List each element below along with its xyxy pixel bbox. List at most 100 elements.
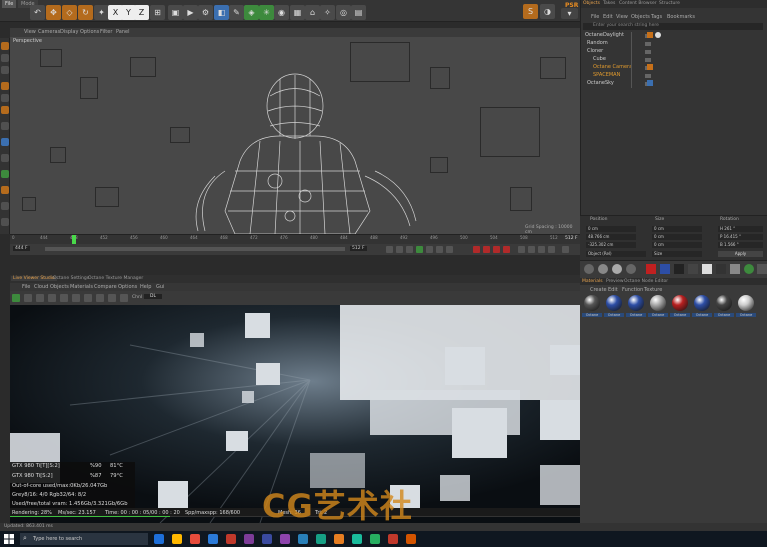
edges-mode-icon[interactable]: [1, 94, 9, 102]
rotate-tool-icon[interactable]: ↻: [78, 5, 93, 20]
sphere-icon[interactable]: [598, 264, 608, 274]
render-menu-cloud[interactable]: Cloud: [34, 284, 48, 290]
move-object-icon[interactable]: ✦: [94, 5, 109, 20]
om-menu-tags[interactable]: Tags: [651, 14, 662, 20]
tab-live-viewer[interactable]: Live Viewer Studio: [11, 276, 57, 281]
pick-material-icon[interactable]: [96, 294, 104, 302]
tab-content-browser[interactable]: Content Browser: [619, 1, 657, 6]
scale-tool-icon[interactable]: ◇: [62, 5, 77, 20]
pos-x-field[interactable]: 0 cm: [586, 226, 636, 232]
render-menu-objects[interactable]: Objects: [50, 284, 69, 290]
object-row[interactable]: OctaneDaylight: [585, 32, 624, 39]
timeline-menu-icon[interactable]: [562, 246, 569, 253]
cloner-icon[interactable]: ✳: [259, 5, 274, 20]
visibility-dots-icon[interactable]: [645, 74, 651, 78]
tab-structure[interactable]: Structure: [659, 1, 680, 6]
octane-mix-icon[interactable]: [688, 264, 698, 274]
refresh-icon[interactable]: [744, 264, 754, 274]
autokey-icon[interactable]: [483, 246, 490, 253]
polygons-mode-icon[interactable]: [1, 106, 9, 114]
frame-range-slider[interactable]: [45, 247, 345, 251]
object-row[interactable]: Octane Camera: [593, 64, 632, 71]
tab-preview[interactable]: Preview: [606, 279, 624, 284]
render-menu-gui[interactable]: Gui: [156, 284, 164, 290]
next-key-icon[interactable]: [436, 246, 443, 253]
render-menu-help[interactable]: Help: [140, 284, 151, 290]
pla-key-icon[interactable]: [548, 246, 555, 253]
sphere-icon[interactable]: [612, 264, 622, 274]
viewport-menu-options[interactable]: Options: [80, 29, 99, 35]
taskbar-app-icon[interactable]: [388, 534, 398, 544]
end-frame-field[interactable]: 512 F: [350, 246, 367, 251]
floor-icon[interactable]: ▦: [290, 5, 305, 20]
visibility-dots-icon[interactable]: [645, 42, 651, 46]
stop-icon[interactable]: [48, 294, 56, 302]
material-swatch[interactable]: Octane: [736, 295, 756, 323]
send-scene-icon[interactable]: [12, 294, 20, 302]
lock-render-icon[interactable]: [120, 294, 128, 302]
rotation-key-icon[interactable]: [528, 246, 535, 253]
undo-icon[interactable]: ↶: [30, 5, 45, 20]
render-settings-icon[interactable]: ⚙: [198, 5, 213, 20]
sphere-icon[interactable]: [626, 264, 636, 274]
camera-tag-icon[interactable]: [647, 64, 653, 70]
taskbar-app-icon[interactable]: [370, 534, 380, 544]
points-mode-icon[interactable]: [1, 82, 9, 90]
mat-menu-create[interactable]: Create: [590, 287, 607, 293]
prev-key-icon[interactable]: [396, 246, 403, 253]
timeline-playhead[interactable]: [72, 235, 76, 244]
taskbar-app-icon[interactable]: [262, 534, 272, 544]
tab-octane-texture-manager[interactable]: Octane Texture Manager: [88, 276, 143, 281]
clay-mode-icon[interactable]: [60, 294, 68, 302]
tab-materials[interactable]: Materials: [582, 279, 603, 284]
sphere-icon[interactable]: [584, 264, 594, 274]
size-z-field[interactable]: 0 cm: [652, 242, 702, 248]
taskbar-app-icon[interactable]: [352, 534, 362, 544]
pause-icon[interactable]: [36, 294, 44, 302]
taskbar-app-icon[interactable]: [244, 534, 254, 544]
pick-focus-icon[interactable]: [84, 294, 92, 302]
texture-mode-icon[interactable]: [1, 54, 9, 62]
render-menu-options[interactable]: Options: [118, 284, 137, 290]
octane-icon[interactable]: ◎: [336, 5, 351, 20]
subdivision-icon[interactable]: ◈: [244, 5, 259, 20]
model-mode-icon[interactable]: [1, 42, 9, 50]
tab-octane-node-editor[interactable]: Octane Node Editor: [624, 279, 668, 284]
light-icon[interactable]: ✧: [320, 5, 335, 20]
sky-tag-icon[interactable]: [647, 80, 653, 86]
render-menu-materials[interactable]: Materials: [70, 284, 93, 290]
material-tag-icon[interactable]: [655, 32, 661, 38]
go-to-start-icon[interactable]: [386, 246, 393, 253]
mat-menu-edit[interactable]: Edit: [608, 287, 618, 293]
om-menu-view[interactable]: View: [616, 14, 628, 20]
material-swatch[interactable]: Octane: [648, 295, 668, 323]
play-icon[interactable]: [416, 246, 423, 253]
viewport-menu-cameras[interactable]: Cameras: [38, 29, 60, 35]
rot-h-field[interactable]: H 261 °: [718, 226, 763, 232]
shelf-more-icon[interactable]: [757, 264, 767, 274]
region-render-icon[interactable]: [108, 294, 116, 302]
pos-z-field[interactable]: -325.302 cm: [586, 242, 636, 248]
size-x-field[interactable]: 0 cm: [652, 226, 702, 232]
octane-specular-icon[interactable]: [674, 264, 684, 274]
cube-primitive-icon[interactable]: ◧: [214, 5, 229, 20]
taskbar-search-box[interactable]: ⌕ Type here to search: [20, 533, 148, 545]
om-menu-objects[interactable]: Objects: [631, 14, 650, 20]
sculpt-icon[interactable]: [1, 186, 9, 194]
render-menu-compare[interactable]: Compare: [94, 284, 117, 290]
taskbar-app-icon[interactable]: [154, 534, 164, 544]
viewport-menu-panel[interactable]: Panel: [116, 29, 130, 35]
visibility-dots-icon[interactable]: [645, 50, 651, 54]
render-menu-file[interactable]: File: [22, 284, 30, 290]
lock-icon[interactable]: [1, 202, 9, 210]
layout-selector-icon[interactable]: ▾: [561, 8, 578, 19]
prev-frame-icon[interactable]: [406, 246, 413, 253]
channel-select[interactable]: DL: [144, 294, 162, 299]
om-menu-bookmarks[interactable]: Bookmarks: [667, 14, 695, 20]
rot-b-field[interactable]: B 1.566 °: [718, 242, 763, 248]
material-swatch[interactable]: Octane: [626, 295, 646, 323]
octane-portal-icon[interactable]: [702, 264, 712, 274]
keyframe-selection-icon[interactable]: [493, 246, 500, 253]
deformer-icon[interactable]: ◉: [274, 5, 289, 20]
layout-icon[interactable]: ◑: [540, 4, 555, 19]
